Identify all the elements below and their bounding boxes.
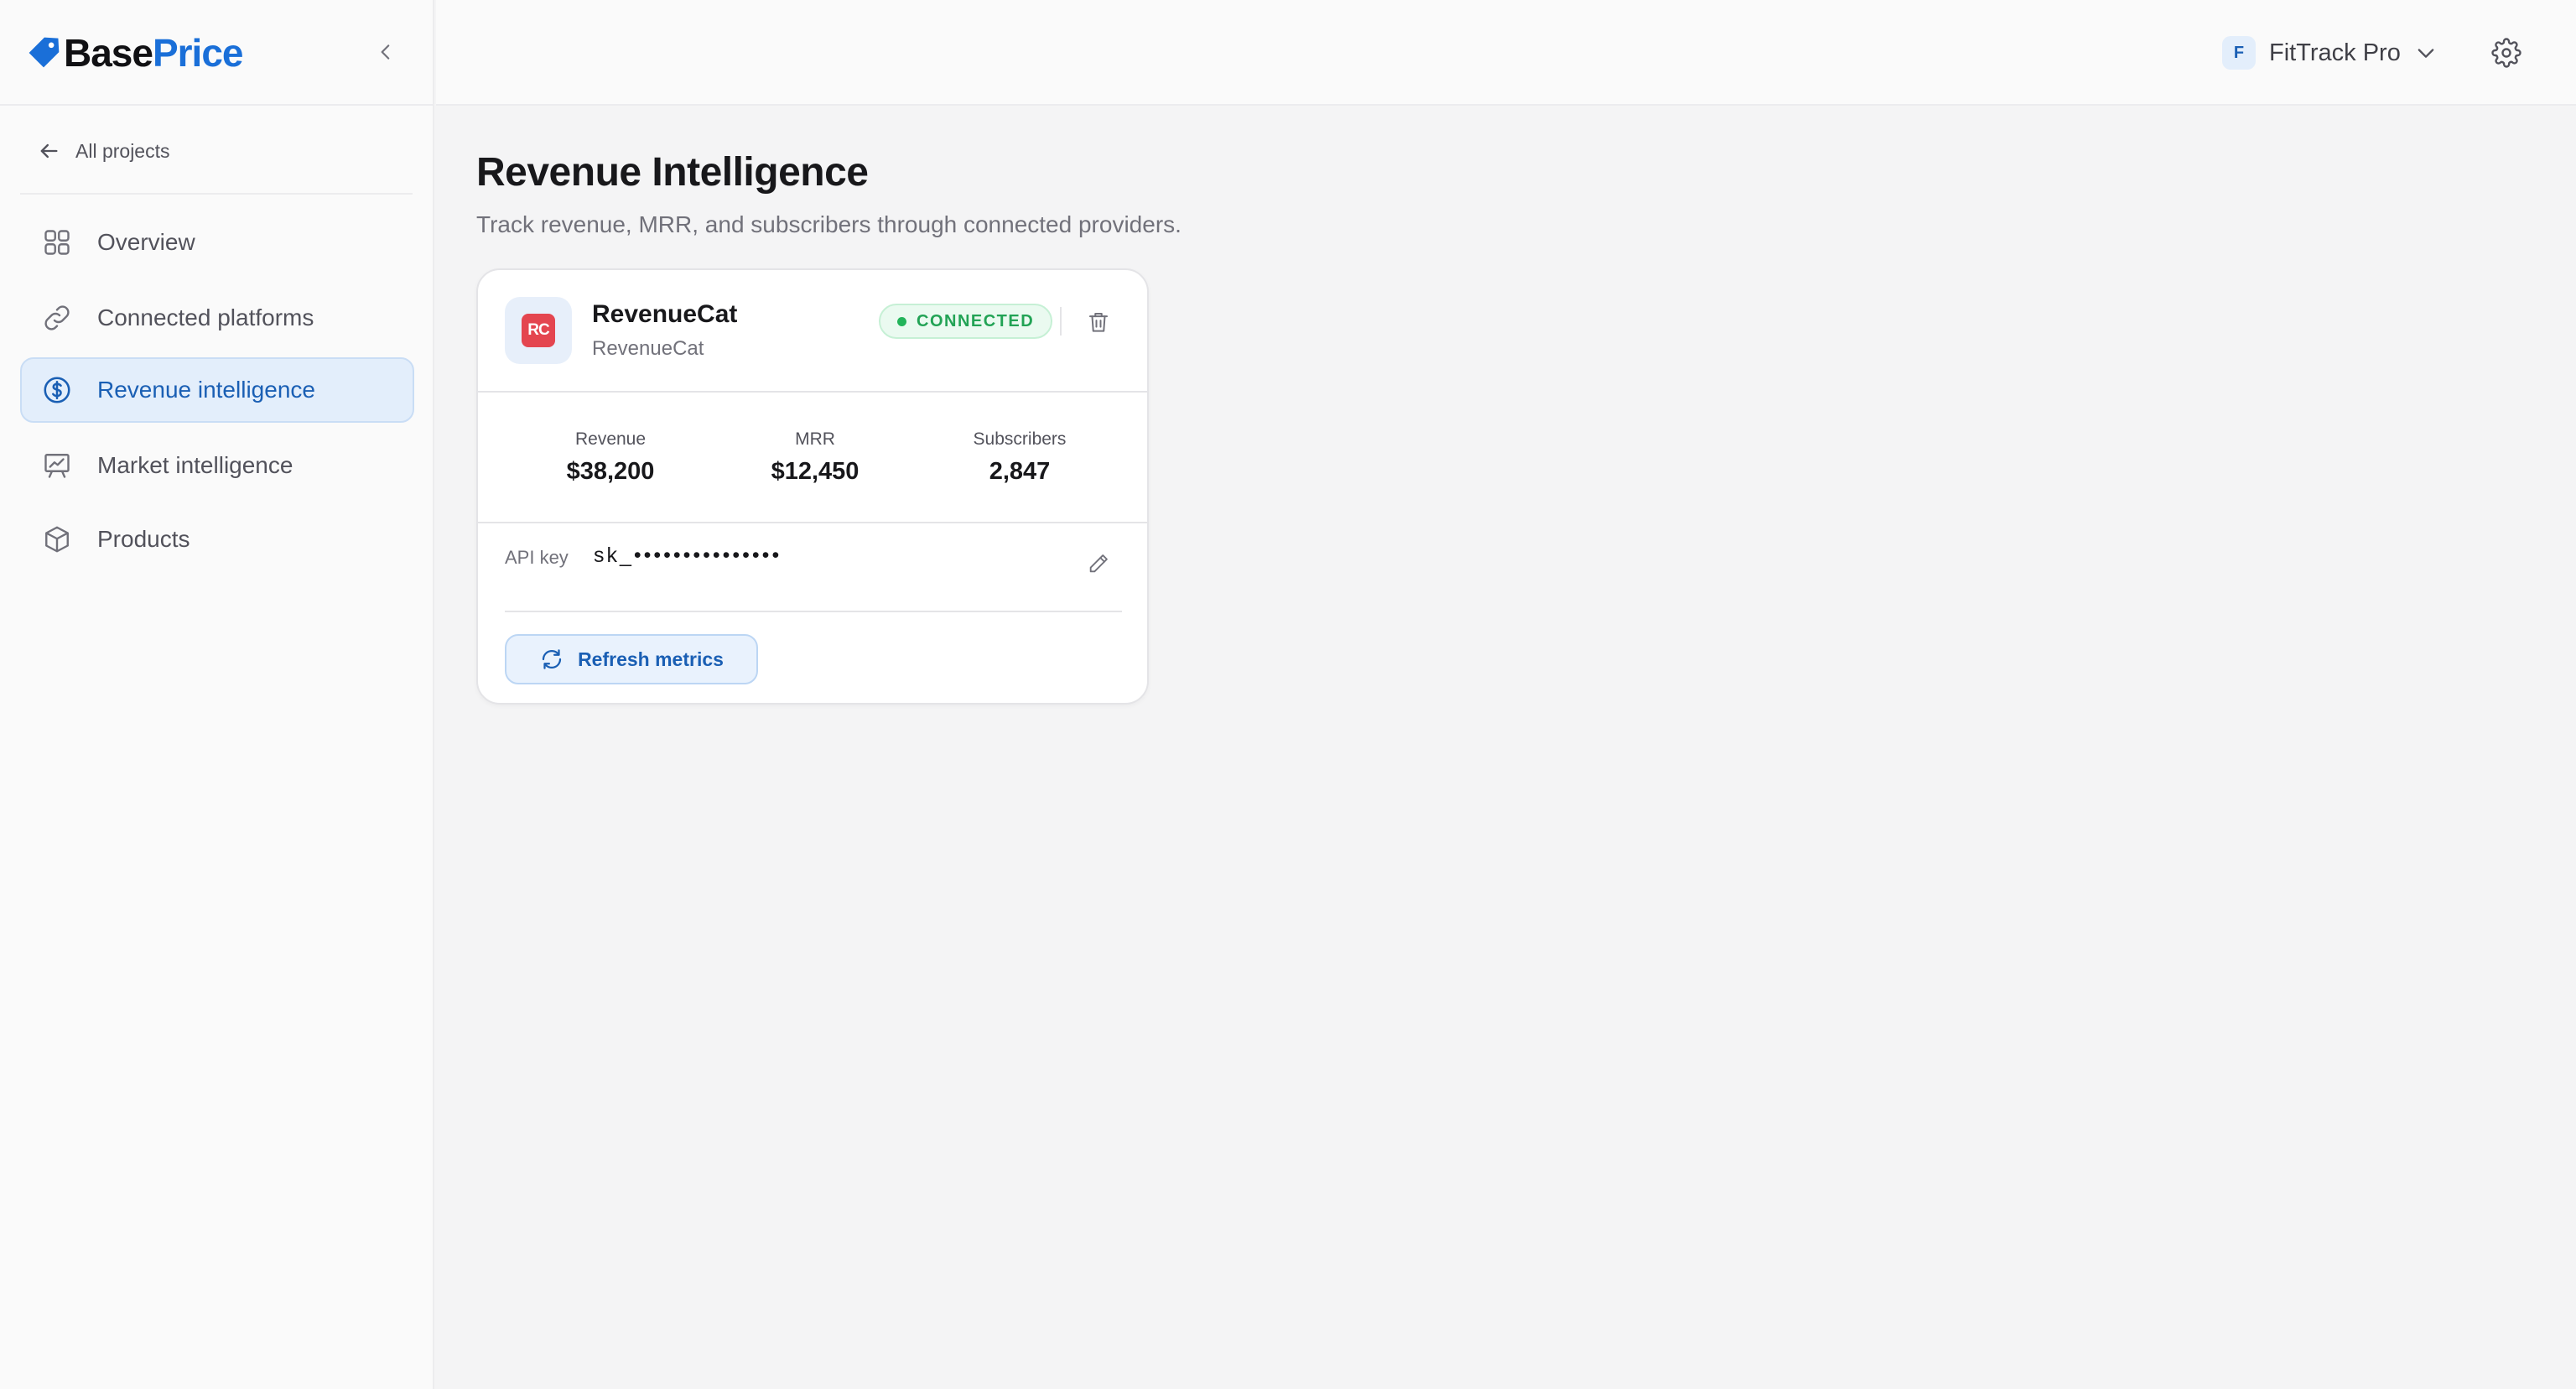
card-divider bbox=[478, 391, 1147, 393]
sidebar-item-connected-platforms[interactable]: Connected platforms bbox=[20, 285, 414, 351]
provider-name: RevenueCat bbox=[592, 300, 738, 328]
metric-label: MRR bbox=[795, 429, 835, 449]
pencil-icon bbox=[1089, 554, 1108, 573]
api-key-value: sk_••••••••••••••• bbox=[594, 544, 782, 567]
sidebar-item-overview[interactable]: Overview bbox=[20, 210, 414, 275]
sidebar-item-label: Products bbox=[97, 526, 190, 552]
trash-icon bbox=[1089, 313, 1108, 332]
price-tag-icon bbox=[29, 37, 60, 68]
sidebar-item-label: Overview bbox=[97, 229, 195, 255]
metric-value: $38,200 bbox=[566, 458, 655, 485]
status-badge: CONNECTED bbox=[879, 304, 1053, 339]
revenuecat-logo-icon: RC bbox=[522, 314, 555, 347]
sidebar: BasePrice All projects Overview Connecte… bbox=[0, 0, 434, 1389]
page-subtitle: Track revenue, MRR, and subscribers thro… bbox=[476, 211, 1182, 237]
provider-logo: RC bbox=[505, 297, 572, 364]
all-projects-link[interactable]: All projects bbox=[37, 139, 169, 163]
sidebar-item-products[interactable]: Products bbox=[20, 507, 414, 572]
gear-icon bbox=[2491, 38, 2521, 68]
sidebar-item-revenue-intelligence[interactable]: Revenue intelligence bbox=[20, 357, 414, 423]
metric-value: $12,450 bbox=[771, 458, 860, 485]
logo[interactable]: BasePrice bbox=[25, 32, 243, 74]
metric-value: 2,847 bbox=[989, 458, 1051, 485]
metric-revenue: Revenue $38,200 bbox=[510, 429, 711, 486]
dollar-circle-icon bbox=[44, 377, 70, 403]
logo-text: BasePrice bbox=[64, 32, 243, 74]
metric-label: Subscribers bbox=[973, 429, 1067, 449]
all-projects-label: All projects bbox=[75, 139, 170, 162]
api-key-label: API key bbox=[505, 547, 569, 568]
metric-subscribers: Subscribers 2,847 bbox=[919, 429, 1120, 486]
arrow-left-icon bbox=[40, 143, 58, 159]
card-divider bbox=[505, 611, 1122, 612]
header-separator bbox=[1060, 307, 1062, 336]
link-icon bbox=[44, 305, 70, 330]
delete-provider-button[interactable] bbox=[1082, 305, 1115, 339]
settings-button[interactable] bbox=[2489, 35, 2524, 70]
collapse-sidebar-button[interactable] bbox=[371, 37, 401, 67]
project-switcher[interactable]: F FitTrack Pro bbox=[2222, 36, 2438, 70]
status-label: CONNECTED bbox=[917, 311, 1035, 330]
refresh-icon bbox=[542, 649, 562, 669]
brand-header: BasePrice bbox=[0, 0, 433, 106]
page-title: Revenue Intelligence bbox=[476, 150, 869, 195]
logo-text-price: Price bbox=[152, 31, 244, 75]
status-dot-icon bbox=[897, 316, 906, 326]
chevron-left-icon bbox=[381, 44, 390, 60]
logo-text-base: Base bbox=[64, 31, 153, 75]
metric-label: Revenue bbox=[574, 429, 647, 449]
edit-api-key-button[interactable] bbox=[1083, 549, 1114, 579]
grid-icon bbox=[44, 230, 70, 255]
refresh-metrics-button[interactable]: Refresh metrics bbox=[505, 634, 758, 684]
sidebar-item-label: Market intelligence bbox=[97, 452, 293, 478]
metric-mrr: MRR $12,450 bbox=[714, 429, 916, 486]
box-icon bbox=[45, 526, 69, 553]
card-divider bbox=[478, 522, 1147, 523]
sidebar-item-market-intelligence[interactable]: Market intelligence bbox=[20, 433, 414, 498]
provider-card: RC RevenueCat RevenueCat CONNECTED Reven… bbox=[476, 268, 1149, 705]
chart-presentation-icon bbox=[44, 454, 70, 478]
project-avatar: F bbox=[2222, 36, 2256, 70]
refresh-metrics-label: Refresh metrics bbox=[578, 648, 724, 670]
sidebar-divider bbox=[20, 193, 413, 195]
project-name: FitTrack Pro bbox=[2269, 39, 2401, 66]
chevron-down-icon bbox=[2418, 49, 2434, 58]
sidebar-item-label: Connected platforms bbox=[97, 304, 314, 330]
provider-subname: RevenueCat bbox=[592, 337, 704, 360]
topbar: F FitTrack Pro bbox=[436, 0, 2576, 106]
sidebar-item-label: Revenue intelligence bbox=[97, 377, 315, 403]
